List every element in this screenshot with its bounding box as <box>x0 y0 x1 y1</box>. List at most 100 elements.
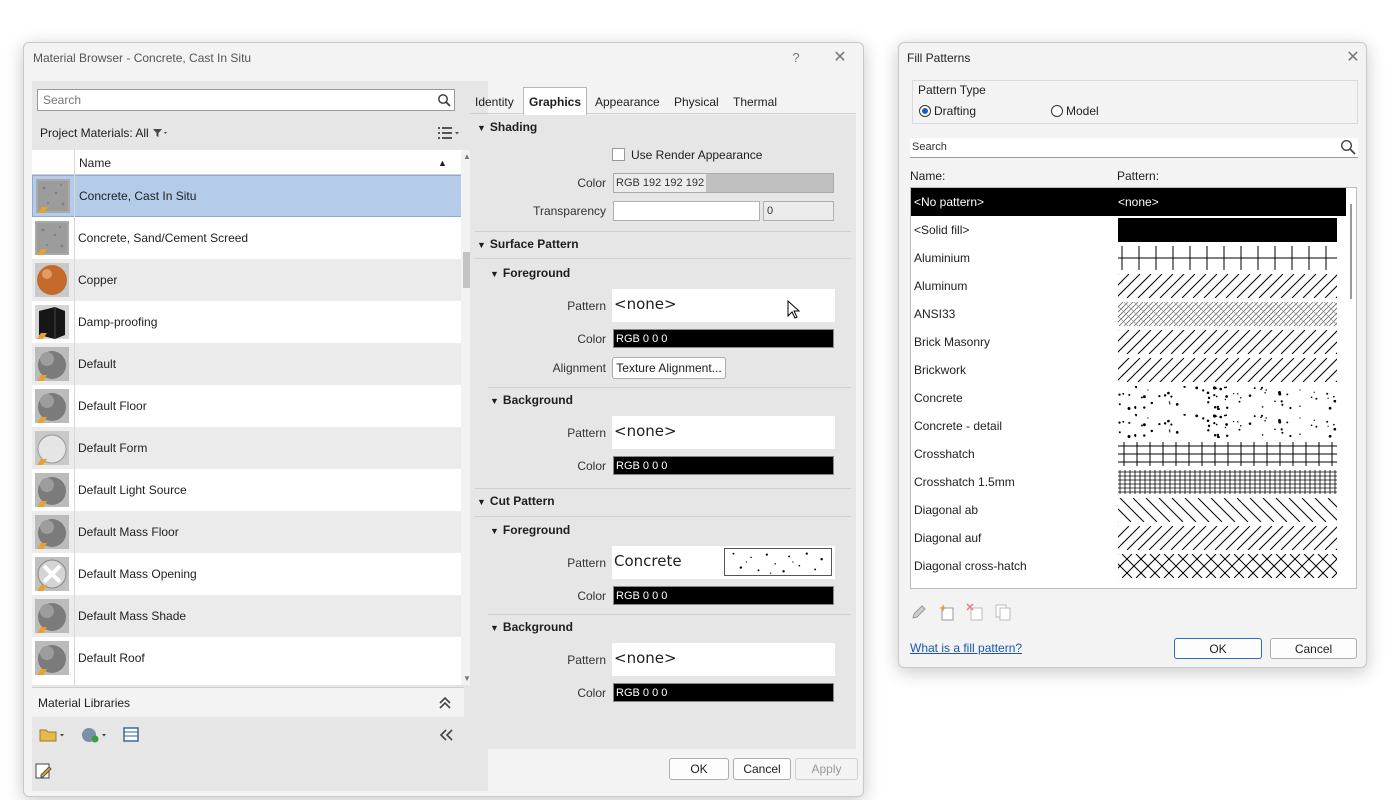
cut-fg-color-swatch[interactable]: RGB 0 0 0 <box>613 586 834 605</box>
delete-pattern-icon[interactable] <box>966 603 984 621</box>
transparency-value[interactable]: 0 <box>763 201 834 221</box>
pattern-row[interactable]: Concrete <box>911 384 1356 412</box>
pattern-name: Diagonal cross-hatch <box>914 559 1027 573</box>
pattern-row[interactable]: ANSI33 <box>911 300 1356 328</box>
cut-pattern-section-header[interactable]: ▼ Cut Pattern <box>477 494 555 508</box>
model-radio[interactable]: Model <box>1051 104 1099 118</box>
project-materials-label: Project Materials: All <box>40 126 149 140</box>
close-button[interactable]: ✕ <box>1341 48 1365 68</box>
pattern-row[interactable]: Diagonal auf <box>911 524 1356 552</box>
surface-bg-color-swatch[interactable]: RGB 0 0 0 <box>613 456 834 475</box>
edit-pencil-icon[interactable] <box>910 603 928 621</box>
cancel-button[interactable]: Cancel <box>1270 638 1357 659</box>
new-pattern-icon[interactable] <box>938 603 956 621</box>
concrete-pattern-preview <box>724 548 832 576</box>
material-libraries-bar[interactable]: Material Libraries <box>32 687 464 717</box>
search-input[interactable]: Search <box>37 89 455 111</box>
pattern-search-input[interactable]: Search <box>910 138 1358 158</box>
ok-button[interactable]: OK <box>669 758 729 780</box>
use-render-appearance-checkbox[interactable] <box>612 148 625 161</box>
duplicate-pattern-icon[interactable] <box>994 603 1012 621</box>
surface-fg-pattern-field[interactable]: <none> <box>612 289 835 322</box>
pattern-row[interactable]: Aluminium <box>911 244 1356 272</box>
material-row[interactable]: Default <box>32 343 462 385</box>
ok-button[interactable]: OK <box>1174 638 1262 659</box>
pattern-row[interactable]: Diagonal ab <box>911 496 1356 524</box>
tab-physical[interactable]: Physical <box>670 91 723 114</box>
material-row[interactable]: Default Light Source <box>32 469 462 511</box>
fill-pattern-help-link[interactable]: What is a fill pattern? <box>910 641 1022 655</box>
search-icon[interactable] <box>1340 139 1356 155</box>
material-row[interactable]: Damp-proofing <box>32 301 462 343</box>
tab-identity[interactable]: Identity <box>471 91 518 114</box>
material-row[interactable]: Default Roof <box>32 637 462 679</box>
pattern-row[interactable]: Concrete - detail <box>911 412 1356 440</box>
close-button[interactable]: ✕ <box>828 48 852 68</box>
pattern-row[interactable]: <Solid fill> <box>911 216 1356 244</box>
pattern-row[interactable]: Brickwork <box>911 356 1356 384</box>
list-scrollbar[interactable] <box>1346 188 1356 588</box>
name-column-header[interactable]: Name <box>79 156 111 170</box>
drafting-radio[interactable]: Drafting <box>919 104 976 118</box>
tab-appearance[interactable]: Appearance <box>591 91 664 114</box>
cut-bg-color-swatch[interactable]: RGB 0 0 0 <box>613 683 834 702</box>
texture-alignment-button[interactable]: Texture Alignment... <box>612 357 726 379</box>
cut-foreground-header[interactable]: ▼ Foreground <box>490 523 570 537</box>
pattern-row[interactable]: Crosshatch 1.5mm <box>911 468 1356 496</box>
pattern-row[interactable]: Brick Masonry <box>911 328 1356 356</box>
window-title: Fill Patterns <box>907 51 971 65</box>
divider <box>475 488 851 489</box>
material-row[interactable]: Default Mass Floor <box>32 511 462 553</box>
surface-bg-color-label: Color <box>577 459 606 473</box>
material-row[interactable]: Default Floor <box>32 385 462 427</box>
material-row[interactable]: Concrete, Sand/Cement Screed <box>32 217 462 259</box>
collapse-triangle-icon: ▼ <box>490 623 499 633</box>
list-header[interactable]: Name ▲ <box>32 150 462 175</box>
pattern-row[interactable]: Diagonal cross-hatch <box>911 552 1356 580</box>
project-materials-filter[interactable]: Project Materials: All <box>40 126 168 140</box>
surface-pattern-section-header[interactable]: ▼ Surface Pattern <box>477 237 579 251</box>
apply-button[interactable]: Apply <box>795 758 858 780</box>
cut-background-header[interactable]: ▼ Background <box>490 620 573 634</box>
surface-background-header[interactable]: ▼ Background <box>490 393 573 407</box>
name-column-header: Name: <box>910 169 946 183</box>
material-thumbnail <box>36 179 70 213</box>
pattern-row[interactable]: Aluminum <box>911 272 1356 300</box>
tab-graphics[interactable]: Graphics <box>523 87 587 115</box>
transparency-slider[interactable] <box>613 201 760 221</box>
edit-asset-icon[interactable] <box>34 761 54 781</box>
cut-bg-pattern-label: Pattern <box>567 653 606 667</box>
material-row[interactable]: Default Mass Opening <box>32 553 462 595</box>
surface-foreground-header[interactable]: ▼ Foreground <box>490 266 570 280</box>
cancel-button[interactable]: Cancel <box>733 758 791 780</box>
collapse-left-icon[interactable] <box>438 728 454 742</box>
help-button[interactable]: ? <box>784 48 808 68</box>
material-row[interactable]: Copper <box>32 259 462 301</box>
search-icon[interactable] <box>437 93 451 107</box>
cut-fg-pattern-label: Pattern <box>567 556 606 570</box>
open-library-icon[interactable] <box>38 726 66 744</box>
material-row[interactable]: Concrete, Cast In Situ <box>32 175 462 217</box>
view-options-icon[interactable] <box>431 124 461 142</box>
surface-bg-pattern-label: Pattern <box>567 426 606 440</box>
surface-bg-pattern-field[interactable]: <none> <box>612 416 835 449</box>
surface-fg-color-swatch[interactable]: RGB 0 0 0 <box>613 329 834 348</box>
globe-add-icon[interactable] <box>80 726 108 744</box>
collapse-up-icon[interactable] <box>438 696 452 710</box>
collapse-triangle-icon: ▼ <box>477 123 486 133</box>
tab-thermal[interactable]: Thermal <box>729 91 781 114</box>
material-name: Default Floor <box>78 399 147 413</box>
library-panel-icon[interactable] <box>122 726 140 744</box>
surface-fg-color-label: Color <box>577 332 606 346</box>
material-thumbnail <box>35 221 69 255</box>
shading-color-swatch[interactable]: RGB 192 192 192 <box>613 173 834 193</box>
pattern-row[interactable]: <No pattern> <none> <box>911 188 1356 216</box>
material-thumbnail <box>35 431 69 465</box>
shading-section-header[interactable]: ▼ Shading <box>477 120 537 134</box>
material-row[interactable]: Default Form <box>32 427 462 469</box>
cut-bg-pattern-field[interactable]: <none> <box>612 643 835 676</box>
material-row[interactable]: Default Mass Shade <box>32 595 462 637</box>
scrollbar-thumb[interactable] <box>1350 204 1352 299</box>
property-tabs: Identity Graphics Appearance Physical Th… <box>470 87 856 115</box>
pattern-row[interactable]: Crosshatch <box>911 440 1356 468</box>
